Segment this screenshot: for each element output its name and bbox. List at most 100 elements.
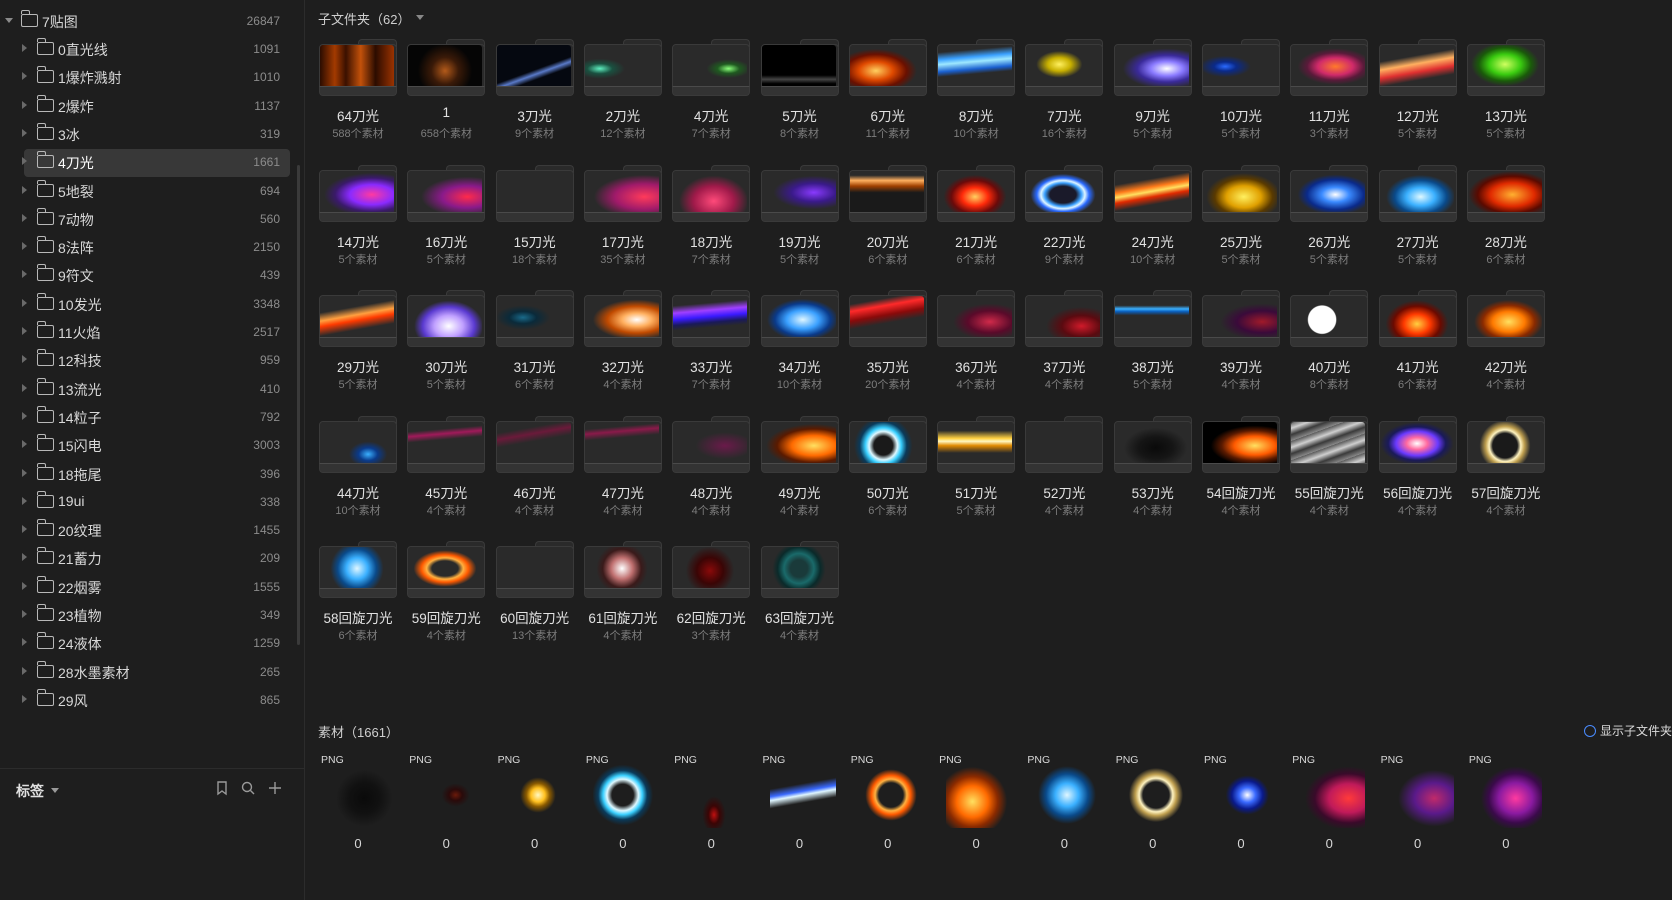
folder-thumbnail[interactable] bbox=[1201, 289, 1281, 351]
subfolder-card[interactable]: 51刀光 5个素材 bbox=[936, 415, 1016, 535]
subfolder-card[interactable]: 12刀光 5个素材 bbox=[1378, 38, 1458, 158]
subfolder-card[interactable]: 62回旋刀光 3个素材 bbox=[671, 540, 751, 660]
folder-thumbnail[interactable] bbox=[760, 38, 840, 100]
sidebar-item-19[interactable]: 22烟雾 1555 bbox=[0, 574, 290, 602]
subfolder-card[interactable]: 41刀光 6个素材 bbox=[1378, 289, 1458, 409]
folder-thumbnail[interactable] bbox=[583, 540, 663, 602]
folder-thumbnail[interactable] bbox=[1201, 38, 1281, 100]
chevron-right-icon[interactable] bbox=[22, 327, 27, 335]
folder-thumbnail[interactable] bbox=[583, 164, 663, 226]
folder-thumbnail[interactable] bbox=[1024, 415, 1104, 477]
subfolder-card[interactable]: 45刀光 4个素材 bbox=[406, 415, 486, 535]
folder-thumbnail[interactable] bbox=[1289, 164, 1369, 226]
asset-item[interactable]: PNG 0 bbox=[406, 748, 486, 858]
subfolder-card[interactable]: 32刀光 4个素材 bbox=[583, 289, 663, 409]
chevron-right-icon[interactable] bbox=[22, 468, 27, 477]
subfolder-card[interactable]: 10刀光 5个素材 bbox=[1201, 38, 1281, 158]
asset-item[interactable]: PNG 0 bbox=[936, 748, 1016, 858]
folder-thumbnail[interactable] bbox=[671, 415, 751, 477]
chevron-right-icon[interactable] bbox=[22, 72, 27, 81]
sidebar-item-3[interactable]: 3冰 319 bbox=[0, 121, 290, 149]
asset-preview[interactable] bbox=[857, 762, 924, 828]
folder-thumbnail[interactable] bbox=[318, 289, 398, 351]
subfolder-card[interactable]: 16刀光 5个素材 bbox=[406, 164, 486, 284]
sidebar-item-8[interactable]: 9符文 439 bbox=[0, 262, 290, 290]
asset-item[interactable]: PNG 0 bbox=[1378, 748, 1458, 858]
chevron-right-icon[interactable] bbox=[22, 242, 27, 251]
asset-item[interactable]: PNG 0 bbox=[760, 748, 840, 858]
asset-item[interactable]: PNG 0 bbox=[1024, 748, 1104, 858]
subfolder-card[interactable]: 55回旋刀光 4个素材 bbox=[1289, 415, 1369, 535]
chevron-right-icon[interactable] bbox=[22, 157, 27, 166]
asset-item[interactable]: PNG 0 bbox=[1466, 748, 1546, 858]
subfolder-card[interactable]: 63回旋刀光 4个素材 bbox=[760, 540, 840, 660]
sidebar-scrollbar[interactable] bbox=[297, 165, 300, 645]
subfolder-card[interactable]: 31刀光 6个素材 bbox=[495, 289, 575, 409]
asset-preview[interactable] bbox=[328, 762, 394, 828]
sidebar-item-0[interactable]: 0直光线 1091 bbox=[0, 36, 290, 64]
chevron-down-icon[interactable] bbox=[5, 18, 13, 23]
subfolder-card[interactable]: 34刀光 10个素材 bbox=[760, 289, 840, 409]
sidebar-item-16[interactable]: 19ui 338 bbox=[0, 489, 290, 517]
asset-preview[interactable] bbox=[1387, 762, 1454, 828]
folder-thumbnail[interactable] bbox=[318, 415, 398, 477]
check-circle-icon[interactable] bbox=[1583, 725, 1596, 737]
asset-item[interactable]: PNG 0 bbox=[1201, 748, 1281, 858]
chevron-right-icon[interactable] bbox=[22, 610, 27, 618]
asset-item[interactable]: PNG 0 bbox=[495, 748, 575, 858]
chevron-right-icon[interactable] bbox=[22, 694, 27, 703]
folder-thumbnail[interactable] bbox=[760, 540, 840, 602]
subfolder-card[interactable]: 13刀光 5个素材 bbox=[1466, 38, 1546, 158]
subfolder-card[interactable]: 15刀光 18个素材 bbox=[495, 164, 575, 284]
subfolder-card[interactable]: 28刀光 6个素材 bbox=[1466, 164, 1546, 284]
chevron-right-icon[interactable] bbox=[22, 213, 27, 222]
subfolder-card[interactable]: 35刀光 20个素材 bbox=[848, 289, 928, 409]
sidebar-item-10[interactable]: 11火焰 2517 bbox=[0, 319, 290, 347]
folder-thumbnail[interactable] bbox=[936, 415, 1016, 477]
subfolder-card[interactable]: 57回旋刀光 4个素材 bbox=[1466, 415, 1546, 535]
folder-thumbnail[interactable] bbox=[1201, 164, 1281, 226]
asset-item[interactable]: PNG 0 bbox=[1289, 748, 1369, 858]
subfolder-card[interactable]: 64刀光 588个素材 bbox=[318, 38, 398, 158]
asset-item[interactable]: PNG 0 bbox=[1113, 748, 1193, 858]
chevron-right-icon[interactable] bbox=[22, 411, 27, 420]
subfolder-card[interactable]: 47刀光 4个素材 bbox=[583, 415, 663, 535]
chevron-right-icon[interactable] bbox=[22, 525, 27, 534]
chevron-right-icon[interactable] bbox=[22, 440, 27, 449]
subfolder-card[interactable]: 60回旋刀光 13个素材 bbox=[495, 540, 575, 660]
folder-thumbnail[interactable] bbox=[1289, 289, 1369, 351]
subfolder-card[interactable]: 27刀光 5个素材 bbox=[1378, 164, 1458, 284]
search-icon[interactable] bbox=[239, 779, 257, 797]
sidebar-item-7[interactable]: 8法阵 2150 bbox=[0, 234, 290, 262]
subfolder-card[interactable]: 36刀光 4个素材 bbox=[936, 289, 1016, 409]
sidebar-item-22[interactable]: 28水墨素材 265 bbox=[0, 659, 290, 687]
folder-thumbnail[interactable] bbox=[1024, 38, 1104, 100]
subfolder-card[interactable]: 53刀光 4个素材 bbox=[1113, 415, 1193, 535]
subfolder-card[interactable]: 48刀光 4个素材 bbox=[671, 415, 751, 535]
folder-thumbnail[interactable] bbox=[1466, 38, 1546, 100]
subfolder-card[interactable]: 2刀光 12个素材 bbox=[583, 38, 663, 158]
folder-thumbnail[interactable] bbox=[1466, 289, 1546, 351]
subfolder-card[interactable]: 9刀光 5个素材 bbox=[1113, 38, 1193, 158]
subfolder-card[interactable]: 8刀光 10个素材 bbox=[936, 38, 1016, 158]
subfolder-card[interactable]: 29刀光 5个素材 bbox=[318, 289, 398, 409]
subfolder-card[interactable]: 1 658个素材 bbox=[406, 38, 486, 158]
folder-thumbnail[interactable] bbox=[936, 164, 1016, 226]
asset-preview[interactable] bbox=[1122, 762, 1189, 828]
sidebar-item-9[interactable]: 10发光 3348 bbox=[0, 291, 290, 319]
bookmark-icon[interactable] bbox=[213, 779, 231, 797]
folder-thumbnail[interactable] bbox=[1466, 164, 1546, 226]
folder-thumbnail[interactable] bbox=[406, 540, 486, 602]
subfolder-card[interactable]: 49刀光 4个素材 bbox=[760, 415, 840, 535]
sidebar-item-1[interactable]: 1爆炸溅射 1010 bbox=[0, 64, 290, 92]
subfolder-card[interactable]: 20刀光 6个素材 bbox=[848, 164, 928, 284]
subfolder-card[interactable]: 38刀光 5个素材 bbox=[1113, 289, 1193, 409]
chevron-right-icon[interactable] bbox=[22, 128, 27, 137]
sidebar-item-5[interactable]: 5地裂 694 bbox=[0, 178, 290, 206]
subfolder-card[interactable]: 24刀光 10个素材 bbox=[1113, 164, 1193, 284]
folder-thumbnail[interactable] bbox=[936, 289, 1016, 351]
subfolders-dropdown-icon[interactable] bbox=[416, 15, 424, 20]
asset-preview[interactable] bbox=[1475, 762, 1542, 828]
subfolder-card[interactable]: 22刀光 9个素材 bbox=[1024, 164, 1104, 284]
subfolder-card[interactable]: 26刀光 5个素材 bbox=[1289, 164, 1369, 284]
